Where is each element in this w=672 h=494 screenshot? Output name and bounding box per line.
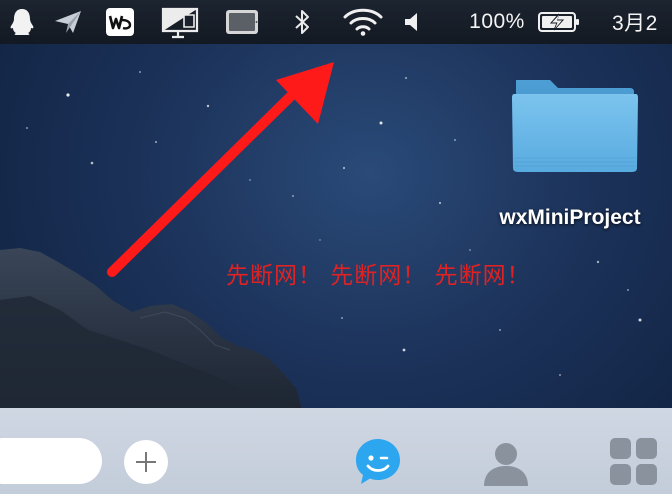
bottom-toolbar (0, 408, 672, 494)
add-icon (136, 452, 156, 472)
contacts-icon (484, 443, 528, 486)
add-button[interactable] (124, 440, 168, 484)
app-grid-icon (610, 438, 657, 485)
search-input[interactable] (0, 438, 102, 484)
app-grid-button[interactable] (608, 436, 660, 488)
contacts-button[interactable] (480, 436, 532, 488)
chat-bubble-icon (356, 439, 400, 484)
annotation-text: 先断网！ 先断网！ 先断网！ (226, 263, 531, 289)
chat-button[interactable] (352, 436, 404, 488)
